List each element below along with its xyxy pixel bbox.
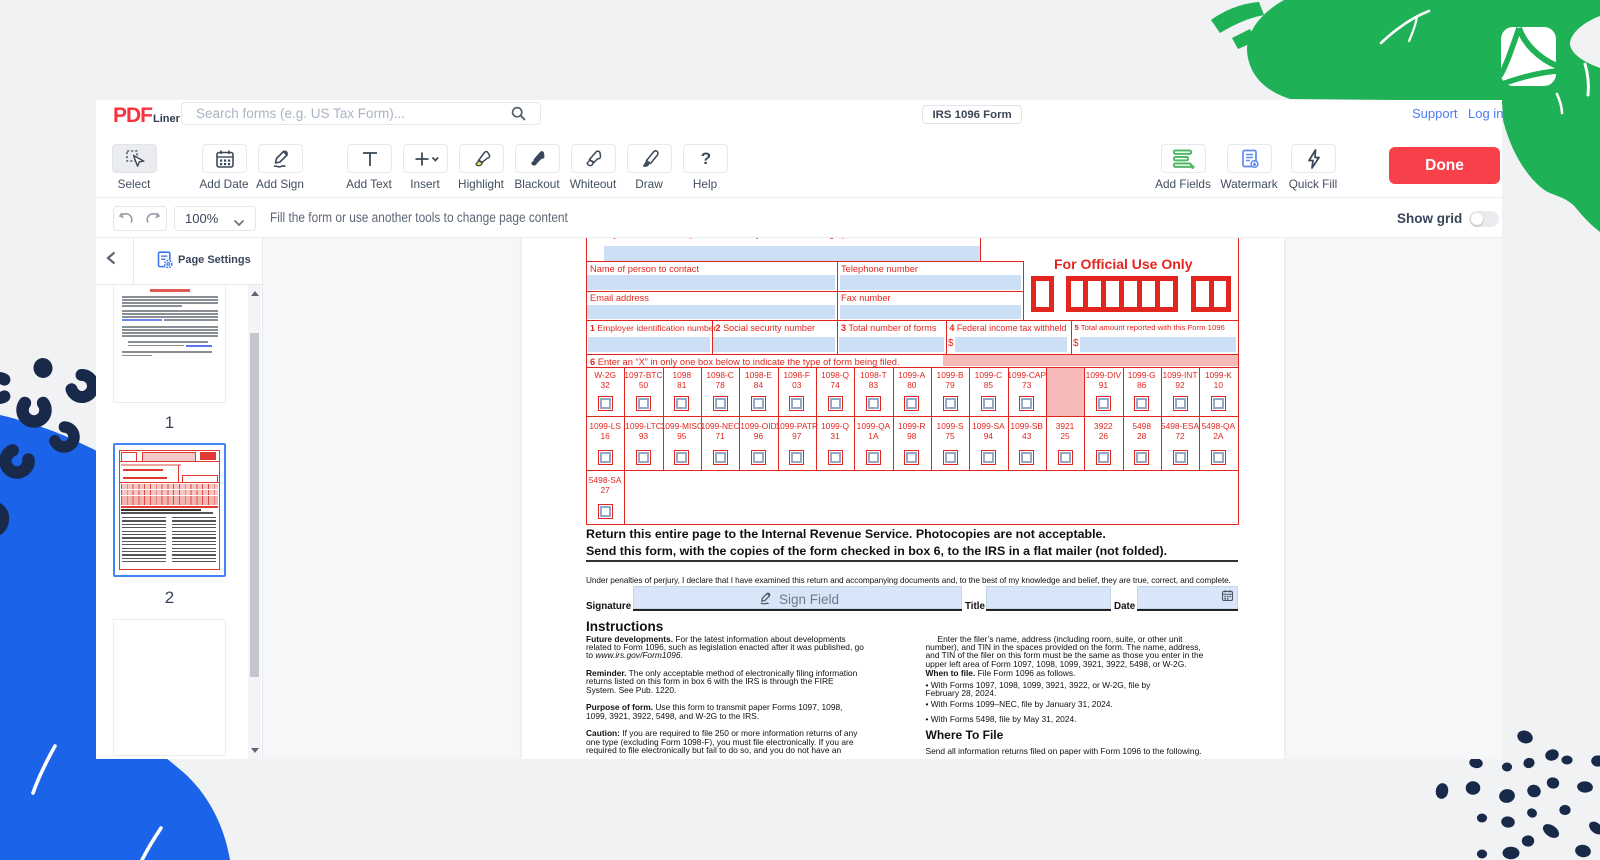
svg-text:?: ? [700, 149, 710, 168]
